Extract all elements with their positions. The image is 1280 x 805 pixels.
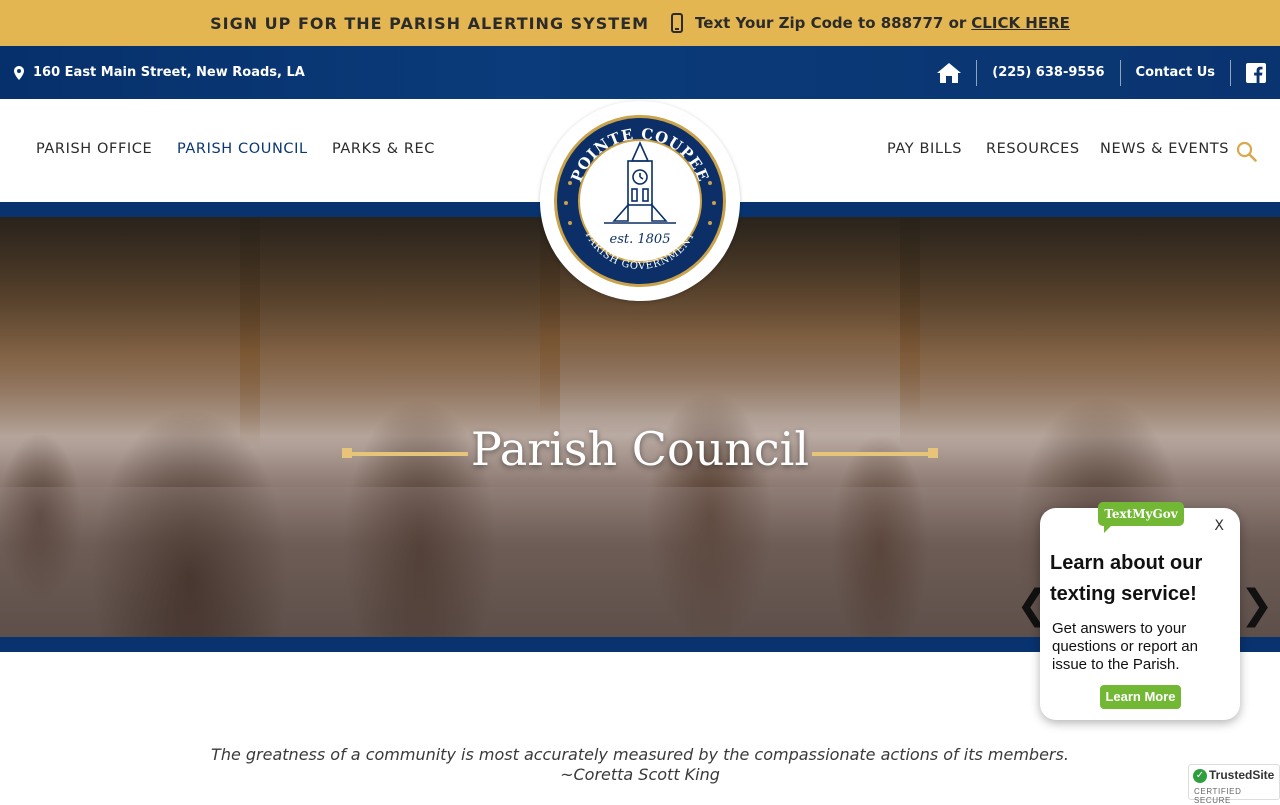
search-icon[interactable] — [1236, 141, 1258, 163]
page-title: Parish Council — [470, 422, 810, 476]
quote: The greatness of a community is most acc… — [0, 745, 1280, 785]
contact-us-link[interactable]: Contact Us — [1136, 65, 1215, 80]
hero-foliage — [900, 217, 1280, 447]
popup-body: Get answers to your questions or report … — [1052, 620, 1198, 673]
phone-link[interactable]: (225) 638-9556 — [992, 65, 1104, 80]
map-pin-icon — [14, 65, 24, 80]
popup-heading: Learn about our texting service! — [1050, 552, 1203, 605]
nav-resources[interactable]: RESOURCES — [986, 141, 1080, 157]
parish-logo[interactable]: POINTE COUPEE PARISH GOVERNMENT est. 180… — [540, 101, 740, 301]
nav-pay-bills[interactable]: PAY BILLS — [887, 141, 962, 157]
nav-parks-rec[interactable]: PARKS & REC — [332, 141, 435, 157]
home-icon[interactable] — [937, 62, 962, 83]
address: 160 East Main Street, New Roads, LA — [14, 46, 305, 99]
alert-bar: SIGN UP FOR THE PARISH ALERTING SYSTEM T… — [0, 0, 1280, 46]
nav-parish-office[interactable]: PARISH OFFICE — [36, 141, 152, 157]
hero-foliage — [240, 217, 560, 447]
quote-text: The greatness of a community is most acc… — [211, 745, 1069, 764]
quote-author: ~Coretta Scott King — [560, 765, 720, 784]
alert-title: SIGN UP FOR THE PARISH ALERTING SYSTEM — [210, 13, 650, 33]
divider — [976, 59, 978, 86]
check-icon: ✓ — [1193, 769, 1207, 783]
click-here-link[interactable]: CLICK HERE — [971, 14, 1070, 32]
seal-est-text: est. 1805 — [610, 232, 671, 247]
nav-parish-council[interactable]: PARISH COUNCIL — [177, 141, 308, 157]
trustedsite-name: TrustedSite — [1209, 768, 1275, 782]
hero-foliage — [0, 217, 260, 447]
slider-next-button[interactable]: ❯ — [1240, 582, 1274, 628]
nav-news-events[interactable]: NEWS & EVENTS — [1100, 141, 1229, 157]
divider — [1230, 59, 1231, 86]
popup-close-button[interactable]: X — [1214, 518, 1224, 534]
facebook-icon[interactable] — [1246, 62, 1266, 83]
alert-text: Text Your Zip Code to 888777 or — [695, 14, 967, 32]
learn-more-button[interactable]: Learn More — [1100, 685, 1181, 709]
trustedsite-sub: CERTIFIED SECURE — [1194, 787, 1242, 805]
parish-seal-icon: POINTE COUPEE PARISH GOVERNMENT est. 180… — [554, 115, 726, 287]
info-bar: 160 East Main Street, New Roads, LA (225… — [0, 46, 1280, 99]
textmygov-popup: TextMyGov X Learn about our texting serv… — [1040, 502, 1240, 720]
phone-icon — [671, 13, 684, 33]
divider — [1119, 59, 1121, 86]
address-text: 160 East Main Street, New Roads, LA — [33, 65, 305, 80]
info-links: (225) 638-9556 Contact Us — [937, 46, 1266, 99]
textmygov-logo: TextMyGov — [1098, 502, 1184, 533]
trustedsite-badge[interactable]: ✓ TrustedSite CERTIFIED SECURE — [1188, 764, 1280, 805]
